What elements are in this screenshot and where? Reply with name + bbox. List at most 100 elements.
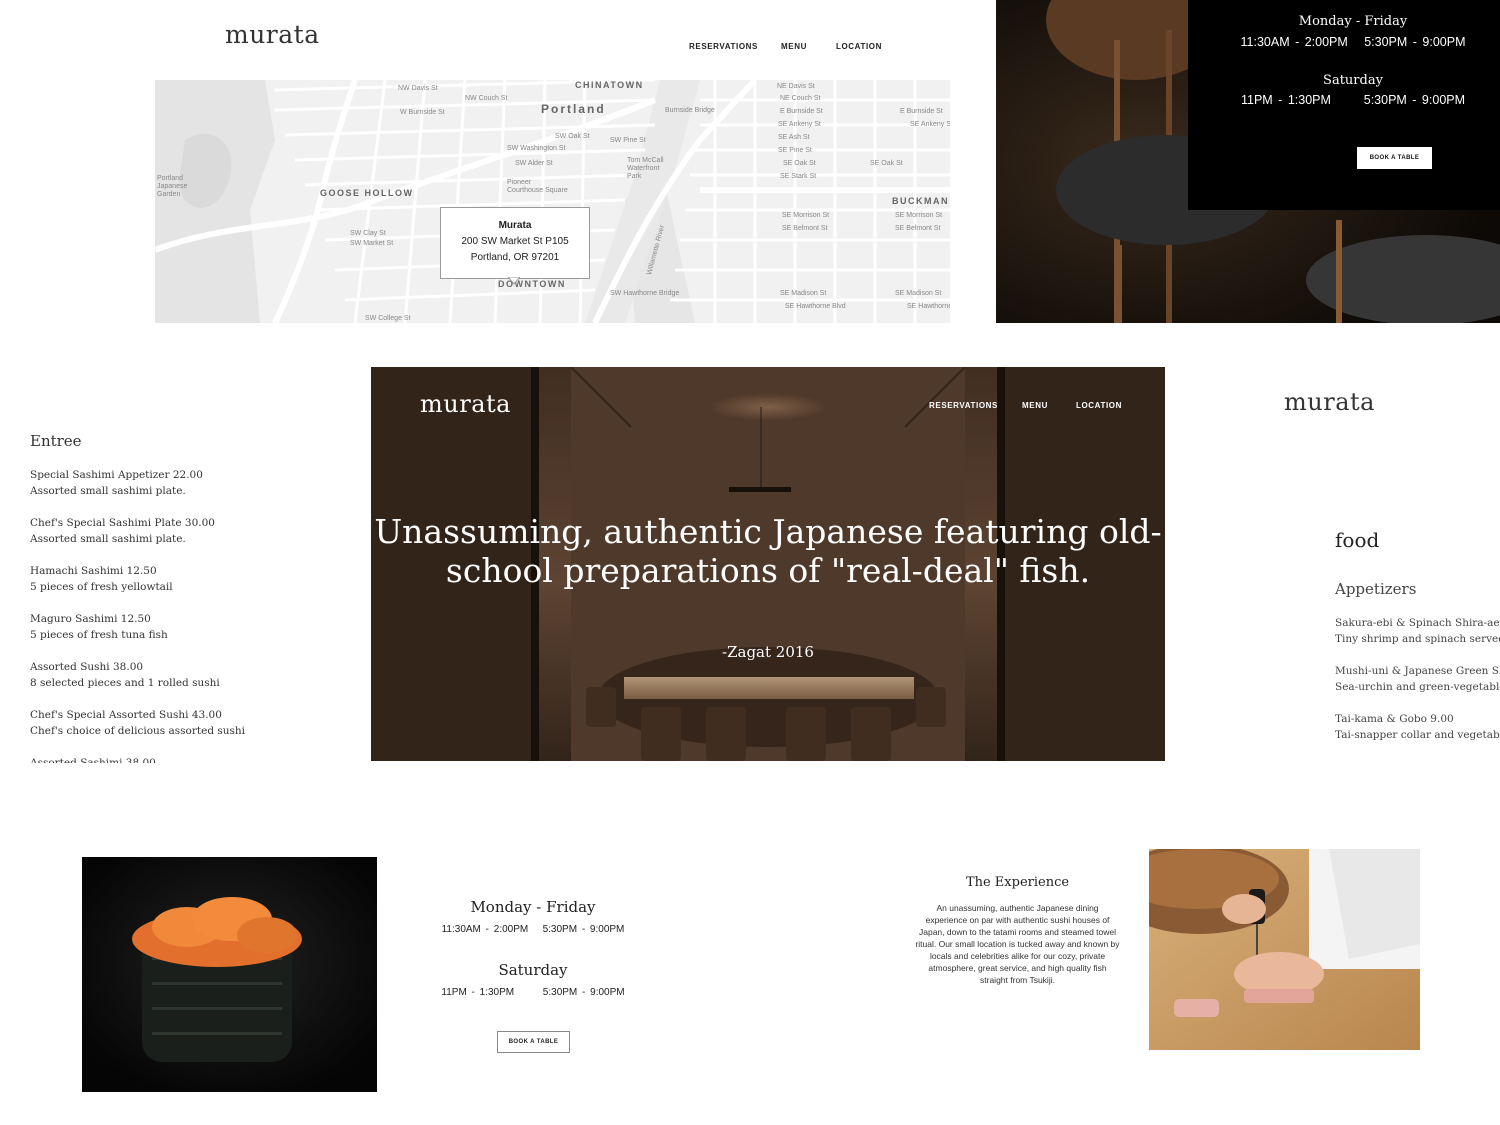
svg-text:CHINATOWN: CHINATOWN — [575, 80, 644, 90]
menu-item-desc: Assorted small sashimi plate. — [30, 533, 186, 545]
uni-sushi-graphic — [82, 857, 377, 1092]
svg-text:Courthouse Square: Courthouse Square — [507, 187, 568, 194]
menu-item: Maguro Sashimi 12.50 5 pieces of fresh t… — [30, 611, 168, 643]
food-item: Sakura-ebi & Spinach Shira-ae 6.0 Tiny s… — [1335, 615, 1500, 647]
svg-text:SE Madison St: SE Madison St — [780, 290, 826, 297]
svg-text:SW Washington St: SW Washington St — [507, 145, 566, 152]
food-item-name: Sakura-ebi & Spinach Shira-ae 6.0 — [1335, 617, 1500, 629]
appetizers-heading: Appetizers — [1335, 580, 1417, 598]
svg-text:NW Davis St: NW Davis St — [398, 85, 438, 92]
hours-saturday-label: Saturday — [498, 961, 568, 979]
svg-text:SE Morrison St: SE Morrison St — [895, 212, 942, 219]
menu-item-name: Special Sashimi Appetizer 22.00 — [30, 469, 203, 481]
svg-text:SW Pine St: SW Pine St — [610, 137, 646, 144]
map-card-pointer-icon — [508, 277, 520, 285]
menu-item-name: Assorted Sushi 38.00 — [30, 661, 144, 673]
chef-slicing-fish-photo — [1149, 849, 1420, 1050]
svg-text:SE Morrison St: SE Morrison St — [782, 212, 829, 219]
hours-saturday-label: Saturday — [1323, 73, 1383, 88]
svg-text:Portland: Portland — [157, 175, 183, 182]
logo[interactable]: murata — [225, 20, 320, 49]
menu-item-desc: Chef's choice of delicious assorted sush… — [30, 725, 246, 737]
food-item-name: Tai-kama & Gobo 9.00 — [1335, 713, 1454, 725]
book-table-button[interactable]: BOOK A TABLE — [1357, 147, 1432, 169]
location-panel: murata RESERVATIONS MENU LOCATION CHINAT… — [155, 0, 950, 323]
food-item: Mushi-uni & Japanese Green Shira Sea-urc… — [1335, 663, 1500, 695]
hours-panel: Monday - Friday 11:30AM - 2:00PM 5:30PM … — [420, 890, 646, 1070]
menu-item-name: Assorted Sashimi 38.00 — [30, 757, 156, 763]
hero-section: murata RESERVATIONS MENU LOCATION Unassu… — [371, 367, 1165, 761]
svg-text:E Burnside St: E Burnside St — [780, 108, 823, 115]
hero-nav-reservations[interactable]: RESERVATIONS — [929, 401, 998, 410]
svg-text:NE Davis St: NE Davis St — [777, 83, 815, 90]
map-card-address-line2: Portland, OR 97201 — [470, 252, 560, 263]
food-item-desc: Tiny shrimp and spinach served wi — [1335, 633, 1500, 645]
menu-item-desc: Assorted small sashimi plate. — [30, 485, 186, 497]
menu-item-name: Chef's Special Sashimi Plate 30.00 — [30, 517, 215, 529]
svg-text:BUCKMAN: BUCKMAN — [892, 196, 949, 206]
nav-location[interactable]: LOCATION — [836, 42, 882, 51]
svg-text:NE Couch St: NE Couch St — [780, 95, 821, 102]
svg-text:SW Market St: SW Market St — [350, 240, 393, 247]
svg-text:NW Couch St: NW Couch St — [465, 95, 507, 102]
hours-saturday-lunch: 11PM - 1:30PM — [1240, 93, 1331, 107]
svg-text:SW Hawthorne Bridge: SW Hawthorne Bridge — [610, 290, 679, 297]
svg-text:SE Belmont St: SE Belmont St — [895, 225, 941, 232]
book-table-button[interactable]: BOOK A TABLE — [497, 1031, 570, 1053]
menu-item-desc: 5 pieces of fresh yellowtail — [30, 581, 173, 593]
svg-text:SW College St: SW College St — [365, 315, 411, 322]
svg-text:Japanese: Japanese — [157, 183, 187, 190]
svg-text:W Burnside St: W Burnside St — [400, 109, 445, 116]
hours-saturday-dinner: 5:30PM - 9:00PM — [542, 987, 625, 998]
svg-text:Park: Park — [627, 173, 642, 180]
hours-weekday-lunch: 11:30AM - 2:00PM — [1240, 35, 1348, 49]
nav-menu[interactable]: MENU — [781, 42, 807, 51]
food-logo[interactable]: murata — [1284, 388, 1375, 416]
hero-nav-menu[interactable]: MENU — [1022, 401, 1048, 410]
location-map[interactable]: CHINATOWN Portland GOOSE HOLLOW DOWNTOWN… — [155, 80, 950, 323]
svg-text:Burnside Bridge: Burnside Bridge — [665, 107, 715, 114]
svg-text:SE Ankeny St: SE Ankeny St — [778, 121, 821, 128]
svg-text:SE Hawthorne Blvd: SE Hawthorne Blvd — [785, 303, 846, 310]
uni-sushi-photo — [82, 857, 377, 1092]
dark-hours-box: Monday - Friday 11:30AM - 2:00PM 5:30PM … — [1188, 0, 1500, 210]
entree-menu-panel: Entree Special Sashimi Appetizer 22.00 A… — [0, 420, 320, 763]
svg-text:Portland: Portland — [541, 102, 606, 116]
menu-item-name: Hamachi Sashimi 12.50 — [30, 565, 157, 577]
food-item-desc: Sea-urchin and green-vegetable se — [1335, 681, 1500, 693]
nav-reservations[interactable]: RESERVATIONS — [689, 42, 758, 51]
hours-weekday-dinner: 5:30PM - 9:00PM — [1364, 35, 1466, 49]
hours-weekday-times: 11:30AM - 2:00PM 5:30PM - 9:00PM — [420, 924, 646, 935]
svg-text:Pioneer: Pioneer — [507, 179, 532, 186]
dark-hours-panel: Monday - Friday 11:30AM - 2:00PM 5:30PM … — [996, 0, 1500, 323]
hours-saturday-dinner: 5:30PM - 9:00PM — [1363, 93, 1466, 107]
svg-text:E Burnside St: E Burnside St — [900, 108, 943, 115]
food-item: Tai-kama & Gobo 9.00 Tai-snapper collar … — [1335, 711, 1500, 743]
experience-section: The Experience An unassuming, authentic … — [915, 875, 1120, 986]
hero-logo[interactable]: murata — [420, 390, 511, 418]
map-card-name: Murata — [498, 220, 532, 231]
svg-text:SW Clay St: SW Clay St — [350, 230, 386, 237]
svg-text:SW Alder St: SW Alder St — [515, 160, 553, 167]
hours-saturday-times: 11PM - 1:30PM 5:30PM - 9:00PM — [420, 987, 646, 998]
svg-text:SE Oak St: SE Oak St — [870, 160, 903, 167]
entree-heading: Entree — [30, 432, 82, 450]
svg-text:Garden: Garden — [157, 191, 180, 198]
experience-body: An unassuming, authentic Japanese dining… — [915, 903, 1120, 985]
map-streets-graphic: CHINATOWN Portland GOOSE HOLLOW DOWNTOWN… — [155, 80, 950, 323]
svg-text:SE Pine St: SE Pine St — [778, 147, 812, 154]
menu-item: Chef's Special Assorted Sushi 43.00 Chef… — [30, 707, 245, 739]
map-address-card: Murata 200 SW Market St P105 Portland, O… — [440, 207, 590, 279]
svg-text:SE Ankeny St: SE Ankeny St — [910, 121, 950, 128]
map-card-address-line1: 200 SW Market St P105 — [461, 236, 569, 247]
menu-item: Special Sashimi Appetizer 22.00 Assorted… — [30, 467, 203, 499]
svg-text:GOOSE HOLLOW: GOOSE HOLLOW — [320, 188, 414, 198]
svg-text:Waterfront: Waterfront — [627, 165, 659, 172]
menu-item: Chef's Special Sashimi Plate 30.00 Assor… — [30, 515, 215, 547]
hero-nav-location[interactable]: LOCATION — [1076, 401, 1122, 410]
svg-text:SE Stark St: SE Stark St — [780, 173, 816, 180]
svg-text:SE Hawthorne: SE Hawthorne — [907, 303, 950, 310]
svg-text:Tom McCall: Tom McCall — [627, 157, 664, 164]
svg-text:SE Belmont St: SE Belmont St — [782, 225, 828, 232]
chef-slicing-fish-graphic — [1149, 849, 1420, 1050]
